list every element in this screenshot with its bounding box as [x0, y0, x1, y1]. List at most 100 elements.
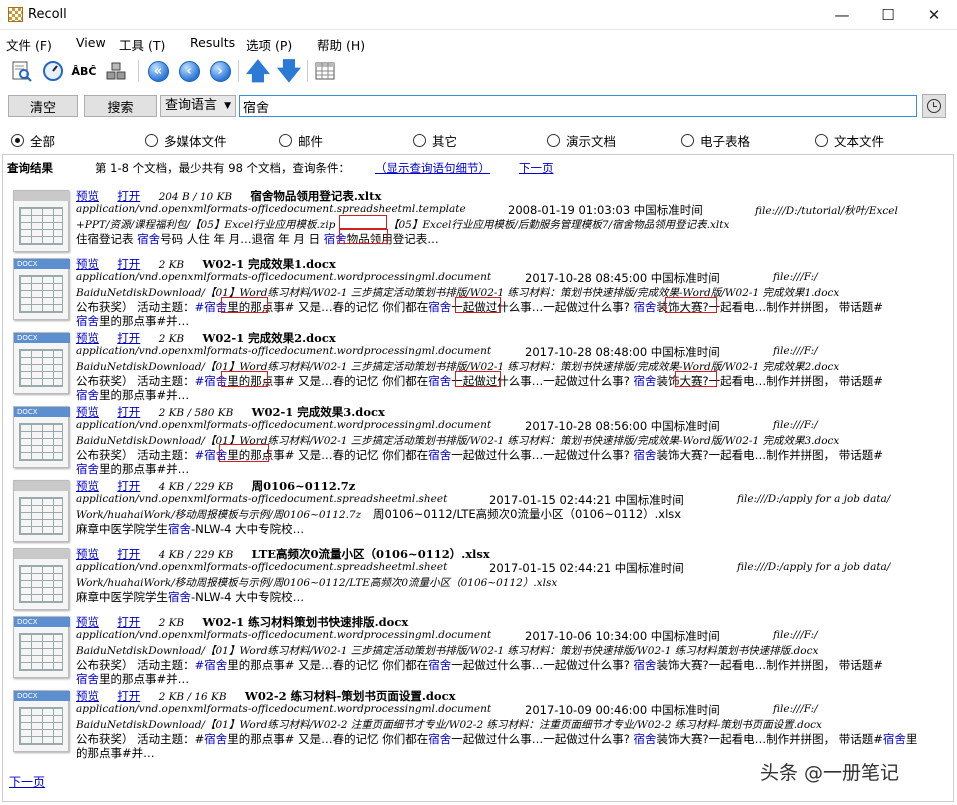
minimize-icon[interactable]: — [819, 0, 865, 30]
result-size: 2 KB / 16 KB [158, 691, 227, 703]
document-thumbnail[interactable] [13, 190, 70, 252]
result-mime: application/vnd.openxmlformats-officedoc… [76, 345, 492, 357]
spell-check-icon[interactable]: ÂBĈ [70, 58, 98, 84]
results-title: 查询结果 [7, 161, 53, 175]
open-link[interactable]: 打开 [117, 615, 140, 629]
result-path[interactable]: file:///D:/apply for a job data/ [737, 493, 890, 505]
result-heading: 预览 打开 2 KB W02-1 练习材料策划书快速排版.docx [76, 614, 409, 629]
result-path[interactable]: file:///F:/ [773, 271, 818, 283]
filter-text[interactable]: 文本文件 [815, 131, 884, 150]
open-link[interactable]: 打开 [117, 189, 140, 203]
highlight-box [221, 297, 268, 313]
open-link[interactable]: 打开 [117, 405, 140, 419]
table-view-icon[interactable] [312, 58, 338, 84]
preview-link[interactable]: 预览 [76, 405, 99, 419]
document-thumbnail[interactable] [13, 548, 70, 610]
result-date: 2008-01-19 01:03:03 中国标准时间 [508, 203, 703, 217]
filter-other[interactable]: 其它 [413, 131, 457, 150]
result-filename: W02-1 练习材料策划书快速排版.docx [202, 615, 409, 629]
document-thumbnail[interactable]: DOCX [13, 332, 70, 394]
preview-link[interactable]: 预览 [76, 331, 99, 345]
filter-all[interactable]: 全部 [11, 131, 55, 150]
search-row: 清空 搜索 查询语言 ▼ [0, 92, 957, 120]
result-size: 2 KB / 580 KB [158, 407, 234, 419]
result-path-cont: BaiduNetdiskDownload/【01】Word练习材料/W02-2 … [76, 719, 822, 731]
menu-results[interactable]: Results [190, 35, 235, 50]
open-link[interactable]: 打开 [117, 479, 140, 493]
open-link[interactable]: 打开 [117, 547, 140, 561]
preview-link[interactable]: 预览 [76, 689, 99, 703]
result-path[interactable]: file:///F:/ [773, 419, 818, 431]
open-link[interactable]: 打开 [117, 331, 140, 345]
category-filters: 全部 多媒体文件 邮件 其它 演示文档 电子表格 文本文件 [0, 128, 957, 150]
menu-help[interactable]: 帮助 (H) [317, 35, 365, 54]
result-size: 4 KB / 229 KB [158, 549, 234, 561]
document-thumbnail[interactable]: DOCX [13, 616, 70, 678]
menu-view[interactable]: View [76, 35, 106, 50]
results-stats: 第 1-8 个文档，最少共有 98 个文档，查询条件： [95, 161, 351, 175]
result-path[interactable]: file:///D:/tutorial/秋叶/Excel [755, 203, 898, 218]
result-date: 2017-10-28 08:48:00 中国标准时间 [525, 345, 720, 359]
result-size: 2 KB [158, 333, 185, 345]
speedometer-icon[interactable] [40, 58, 66, 84]
result-size: 2 KB [158, 617, 185, 629]
result-snippet-cont: 的那点事#并… [76, 746, 155, 760]
filter-presentation[interactable]: 演示文档 [547, 131, 616, 150]
maximize-icon[interactable]: ☐ [865, 0, 911, 30]
first-page-icon[interactable]: « [145, 58, 171, 84]
next-page-icon[interactable]: › [207, 58, 233, 84]
preview-link[interactable]: 预览 [76, 189, 99, 203]
preview-link[interactable]: 预览 [76, 479, 99, 493]
document-thumbnail[interactable]: DOCX [13, 690, 70, 752]
document-thumbnail[interactable] [13, 480, 70, 542]
search-button[interactable]: 搜索 [84, 95, 157, 117]
result-heading: 预览 打开 4 KB / 229 KB 周0106~0112.7z [76, 478, 355, 493]
preview-link[interactable]: 预览 [76, 547, 99, 561]
history-clock-button[interactable] [922, 94, 946, 118]
result-heading: 预览 打开 204 B / 10 KB 宿舍物品领用登记表.xltx [76, 188, 381, 203]
result-path[interactable]: file:///D:/apply for a job data/ [737, 561, 890, 573]
result-snippet: 麻章中医学院学生宿舍-NLW-4 大中专院校… [76, 522, 305, 536]
document-thumbnail[interactable]: DOCX [13, 258, 70, 320]
result-filename: LTE高频次0流量小区（0106~0112）.xlsx [251, 547, 490, 561]
result-path-cont: +PPT/资源/课程福利包/【05】Excel行业应用模板.zip [76, 219, 336, 231]
filter-spreadsheet[interactable]: 电子表格 [681, 131, 750, 150]
clear-button[interactable]: 清空 [8, 95, 78, 117]
result-date: 2017-10-06 10:34:00 中国标准时间 [525, 629, 720, 643]
menu-tools[interactable]: 工具 (T) [119, 35, 165, 54]
result-filename: W02-2 练习材料-策划书页面设置.docx [244, 689, 456, 703]
menu-options[interactable]: 选项 (P) [246, 35, 292, 54]
close-icon[interactable]: ✕ [911, 0, 957, 30]
next-page-link[interactable]: 下一页 [519, 160, 554, 176]
open-link[interactable]: 打开 [117, 689, 140, 703]
result-snippet: 公布获奖） 活动主题：#宿舍里的那点事# 又是…春的记忆 你们都在宿舍一起做过什… [76, 448, 883, 462]
index-db-icon[interactable] [103, 58, 129, 84]
query-history-icon[interactable] [8, 58, 34, 84]
result-inner-path: 周0106~0112/LTE高频次0流量小区（0106~0112）.xlsx [373, 507, 682, 521]
bottom-next-page-link[interactable]: 下一页 [9, 773, 45, 790]
show-query-details-link[interactable]: （显示查询语句细节） [375, 160, 490, 176]
menu-file[interactable]: 文件 (F) [6, 35, 52, 54]
result-heading: 预览 打开 2 KB W02-1 完成效果2.docx [76, 330, 336, 345]
preview-link[interactable]: 预览 [76, 615, 99, 629]
filter-mail[interactable]: 邮件 [279, 131, 323, 150]
result-snippet-cont: 宿舍里的那点事#并… [76, 388, 190, 402]
arrow-up-icon[interactable]: 🡅 [245, 58, 271, 84]
arrow-down-icon[interactable]: 🡇 [276, 58, 302, 84]
result-path[interactable]: file:///F:/ [773, 345, 818, 357]
result-mime: application/vnd.openxmlformats-officedoc… [76, 561, 448, 573]
filter-media[interactable]: 多媒体文件 [145, 131, 227, 150]
preview-link[interactable]: 预览 [76, 257, 99, 271]
window-title: Recoll [28, 7, 67, 22]
search-mode-select[interactable]: 查询语言 ▼ [160, 95, 236, 117]
result-mime: application/vnd.openxmlformats-officedoc… [76, 629, 492, 641]
result-snippet: 公布获奖） 活动主题：#宿舍里的那点事# 又是…春的记忆 你们都在宿舍一起做过什… [76, 658, 883, 672]
search-input[interactable] [239, 95, 917, 117]
document-thumbnail[interactable]: DOCX [13, 406, 70, 468]
menu-bar: 文件 (F) View 工具 (T) Results 选项 (P) 帮助 (H) [0, 32, 957, 54]
result-path[interactable]: file:///F:/ [773, 629, 818, 641]
open-link[interactable]: 打开 [117, 257, 140, 271]
highlight-box [455, 371, 501, 387]
result-path[interactable]: file:///F:/ [773, 703, 818, 715]
prev-page-icon[interactable]: ‹ [176, 58, 202, 84]
